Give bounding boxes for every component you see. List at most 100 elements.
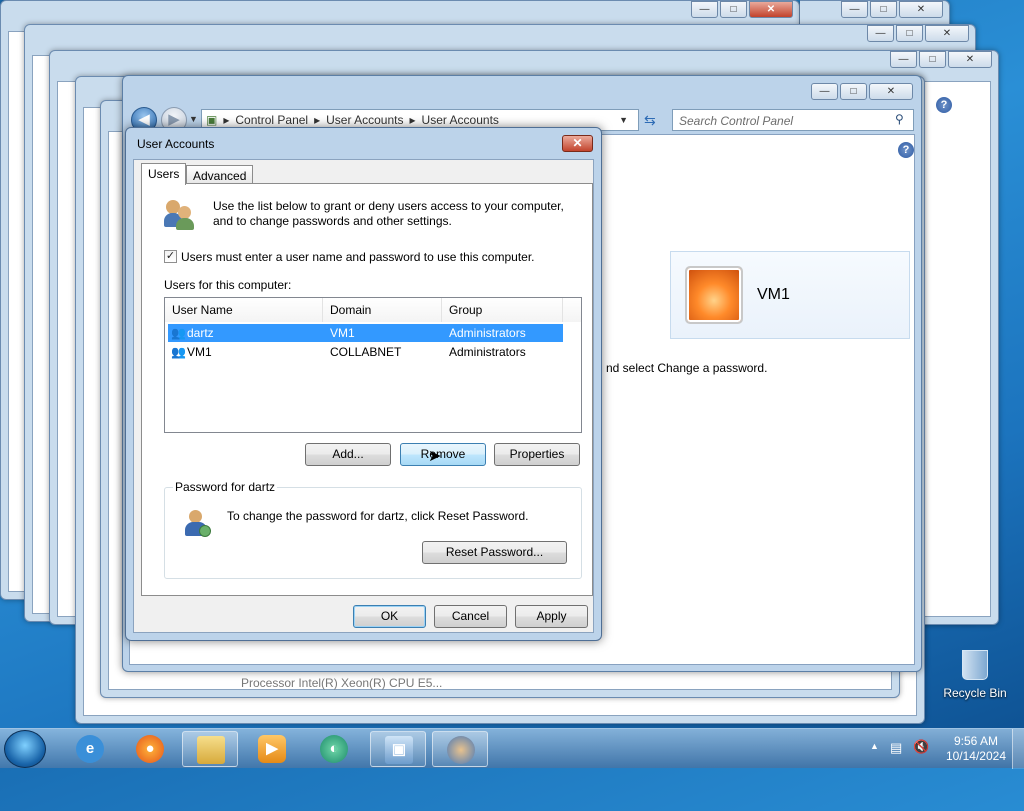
window-caption-buttons[interactable]: — □ ✕ xyxy=(689,1,793,18)
window-caption-buttons[interactable]: — □ ✕ xyxy=(888,51,992,68)
tab-users[interactable]: Users xyxy=(141,163,187,185)
properties-button[interactable]: Properties xyxy=(494,443,580,466)
close-icon[interactable]: ✕ xyxy=(899,1,943,18)
maximize-icon[interactable]: □ xyxy=(896,25,923,42)
require-login-checkbox[interactable]: ✓ xyxy=(164,250,177,263)
breadcrumb-user-accounts[interactable]: User Accounts xyxy=(326,113,403,127)
require-login-label[interactable]: Users must enter a user name and passwor… xyxy=(181,250,535,264)
show-desktop-button[interactable] xyxy=(1012,729,1024,769)
user-name-cell: dartz xyxy=(187,326,214,340)
ok-button[interactable]: OK xyxy=(353,605,426,628)
show-hidden-icons-icon[interactable]: ▲ xyxy=(870,741,879,751)
taskbar-media-player[interactable]: ▶ xyxy=(244,731,300,767)
user-accounts-dialog[interactable]: User Accounts ✕ Users Advanced Use the l… xyxy=(125,127,602,641)
tab-advanced[interactable]: Advanced xyxy=(186,165,254,185)
maximize-icon[interactable]: □ xyxy=(840,83,867,100)
breadcrumb-separator-icon[interactable]: ▸ xyxy=(223,113,229,127)
user-key-icon xyxy=(183,508,213,538)
volume-muted-icon[interactable]: 🔇 xyxy=(913,739,929,755)
user-card: VM1 xyxy=(670,251,910,339)
taskbar: e ● ▶ ◐ ▣ ▲ ▤ 🔇 9:56 AM 10/14/2024 xyxy=(0,728,1024,769)
table-row[interactable]: 👥 VM1 COLLABNET Administrators xyxy=(168,343,563,361)
breadcrumb-user-accounts-2[interactable]: User Accounts xyxy=(422,113,499,127)
minimize-icon[interactable]: — xyxy=(841,1,868,18)
group-cell: Administrators xyxy=(449,326,526,340)
recent-pages-dropdown-icon[interactable]: ▼ xyxy=(189,114,198,124)
remove-button[interactable]: Remove xyxy=(400,443,486,466)
instruction-text: nd select Change a password. xyxy=(606,361,768,375)
window-caption-buttons[interactable]: — □ ✕ xyxy=(839,1,943,18)
window-caption-buttons[interactable]: — □ ✕ xyxy=(865,25,969,42)
password-text: To change the password for dartz, click … xyxy=(227,509,529,523)
help-icon[interactable]: ? xyxy=(898,142,914,158)
user-card-name: VM1 xyxy=(757,286,790,303)
password-group-label: Password for dartz xyxy=(173,480,278,494)
network-icon[interactable]: ▤ xyxy=(890,740,902,756)
mouse-cursor-icon: ➤ xyxy=(428,448,442,465)
taskbar-user-accounts[interactable] xyxy=(432,731,488,767)
recycle-bin[interactable]: Recycle Bin xyxy=(940,650,1010,700)
recycle-bin-icon xyxy=(962,650,988,680)
taskbar-control-panel[interactable]: ▣ xyxy=(370,731,426,767)
apply-button[interactable]: Apply xyxy=(515,605,588,628)
system-clock[interactable]: 9:56 AM 10/14/2024 xyxy=(946,734,1006,764)
close-icon[interactable]: ✕ xyxy=(948,51,992,68)
domain-cell: VM1 xyxy=(330,326,355,340)
user-accounts-icon xyxy=(447,736,475,764)
cancel-button[interactable]: Cancel xyxy=(434,605,507,628)
users-list-label: Users for this computer: xyxy=(164,278,292,292)
control-panel-icon: ▣ xyxy=(206,113,218,127)
close-icon[interactable]: ✕ xyxy=(749,1,793,18)
minimize-icon[interactable]: — xyxy=(890,51,917,68)
taskbar-internet-explorer[interactable]: e xyxy=(62,731,118,767)
app-green-icon: ◐ xyxy=(320,735,348,763)
column-header-group[interactable]: Group xyxy=(442,298,563,322)
breadcrumb-separator-icon[interactable]: ▸ xyxy=(410,113,416,127)
column-header-domain[interactable]: Domain xyxy=(323,298,442,322)
breadcrumb-separator-icon[interactable]: ▸ xyxy=(314,113,320,127)
taskbar-firefox[interactable]: ● xyxy=(122,731,178,767)
window-caption-buttons[interactable]: — □ ✕ xyxy=(809,83,913,100)
taskbar-file-explorer[interactable] xyxy=(182,731,238,767)
domain-cell: COLLABNET xyxy=(330,345,402,359)
users-list[interactable]: User Name Domain Group 👥 dartz VM1 Admin… xyxy=(164,297,582,433)
close-icon[interactable]: ✕ xyxy=(925,25,969,42)
reset-password-button[interactable]: Reset Password... xyxy=(422,541,567,564)
refresh-icon[interactable]: ⇆ xyxy=(644,112,656,129)
minimize-icon[interactable]: — xyxy=(691,1,718,18)
user-icon: 👥 xyxy=(171,326,186,340)
processor-info: Processor Intel(R) Xeon(R) CPU E5... xyxy=(241,676,443,690)
dialog-title: User Accounts xyxy=(137,137,215,151)
users-tab-panel: Use the list below to grant or deny user… xyxy=(141,183,593,596)
group-cell: Administrators xyxy=(449,345,526,359)
search-input[interactable]: Search Control Panel xyxy=(672,109,914,131)
close-button[interactable]: ✕ xyxy=(562,135,593,152)
taskbar-green-app[interactable]: ◐ xyxy=(306,731,362,767)
address-dropdown-icon[interactable]: ▼ xyxy=(619,115,628,125)
intro-text-2: and to change passwords and other settin… xyxy=(213,214,452,228)
search-icon[interactable]: ⚲ xyxy=(895,112,904,126)
control-panel-icon: ▣ xyxy=(385,736,413,764)
close-icon[interactable]: ✕ xyxy=(869,83,913,100)
maximize-icon[interactable]: □ xyxy=(919,51,946,68)
users-group-icon xyxy=(164,198,196,230)
minimize-icon[interactable]: — xyxy=(867,25,894,42)
intro-text-1: Use the list below to grant or deny user… xyxy=(213,199,564,213)
dialog-body: Users Advanced Use the list below to gra… xyxy=(133,159,594,633)
internet-explorer-icon: e xyxy=(76,735,104,763)
minimize-icon[interactable]: — xyxy=(811,83,838,100)
user-picture[interactable] xyxy=(685,266,743,324)
maximize-icon[interactable]: □ xyxy=(720,1,747,18)
breadcrumb-control-panel[interactable]: Control Panel xyxy=(235,113,308,127)
recycle-bin-label: Recycle Bin xyxy=(943,686,1007,700)
clock-date: 10/14/2024 xyxy=(945,749,1006,763)
column-header-spacer xyxy=(563,298,581,322)
maximize-icon[interactable]: □ xyxy=(870,1,897,18)
table-row[interactable]: 👥 dartz VM1 Administrators xyxy=(168,324,563,342)
help-icon[interactable]: ? xyxy=(936,97,952,113)
start-button[interactable] xyxy=(4,730,46,768)
column-header-user-name[interactable]: User Name xyxy=(165,298,323,322)
clock-time: 9:56 AM xyxy=(953,734,998,748)
folder-icon xyxy=(197,736,225,764)
add-button[interactable]: Add... xyxy=(305,443,391,466)
